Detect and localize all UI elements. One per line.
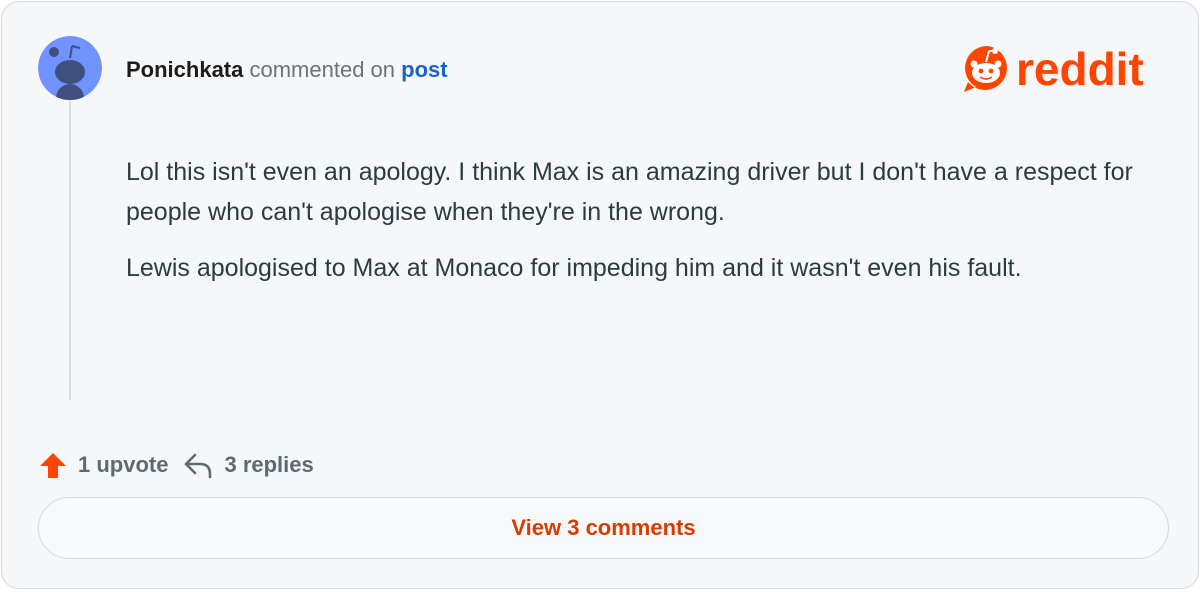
post-link[interactable]: post <box>401 57 447 82</box>
comment-actions: 1 upvote 3 replies <box>38 448 314 482</box>
reddit-logo[interactable]: reddit <box>962 42 1172 96</box>
reply-arrow-icon <box>185 453 212 479</box>
avatar[interactable] <box>38 36 102 100</box>
comment-paragraph-2: Lewis apologised to Max at Monaco for im… <box>126 254 1022 282</box>
username[interactable]: Ponichkata <box>126 57 243 82</box>
comment-body: Lol this isn't even an apology. I think … <box>126 152 1146 304</box>
reddit-wordmark: reddit <box>1016 43 1144 95</box>
upvote-arrow-icon <box>40 453 66 478</box>
upvote-action[interactable]: 1 upvote <box>38 450 168 480</box>
replies-action[interactable]: 3 replies <box>182 450 314 480</box>
view-comments-button[interactable]: View 3 comments <box>38 497 1169 559</box>
snoo-avatar-icon <box>38 36 102 100</box>
reply-count: 3 replies <box>224 452 314 477</box>
thread-line <box>69 100 71 400</box>
upvote-count: 1 upvote <box>78 452 169 477</box>
comment-paragraph-1: Lol this isn't even an apology. I think … <box>126 158 1133 226</box>
comment-header: Ponichkata commented on post <box>126 56 448 84</box>
commented-on-text: commented on <box>249 57 396 82</box>
reddit-snoo-icon <box>964 46 1007 92</box>
comment-card: Ponichkata commented on post reddit Lol … <box>1 1 1199 589</box>
